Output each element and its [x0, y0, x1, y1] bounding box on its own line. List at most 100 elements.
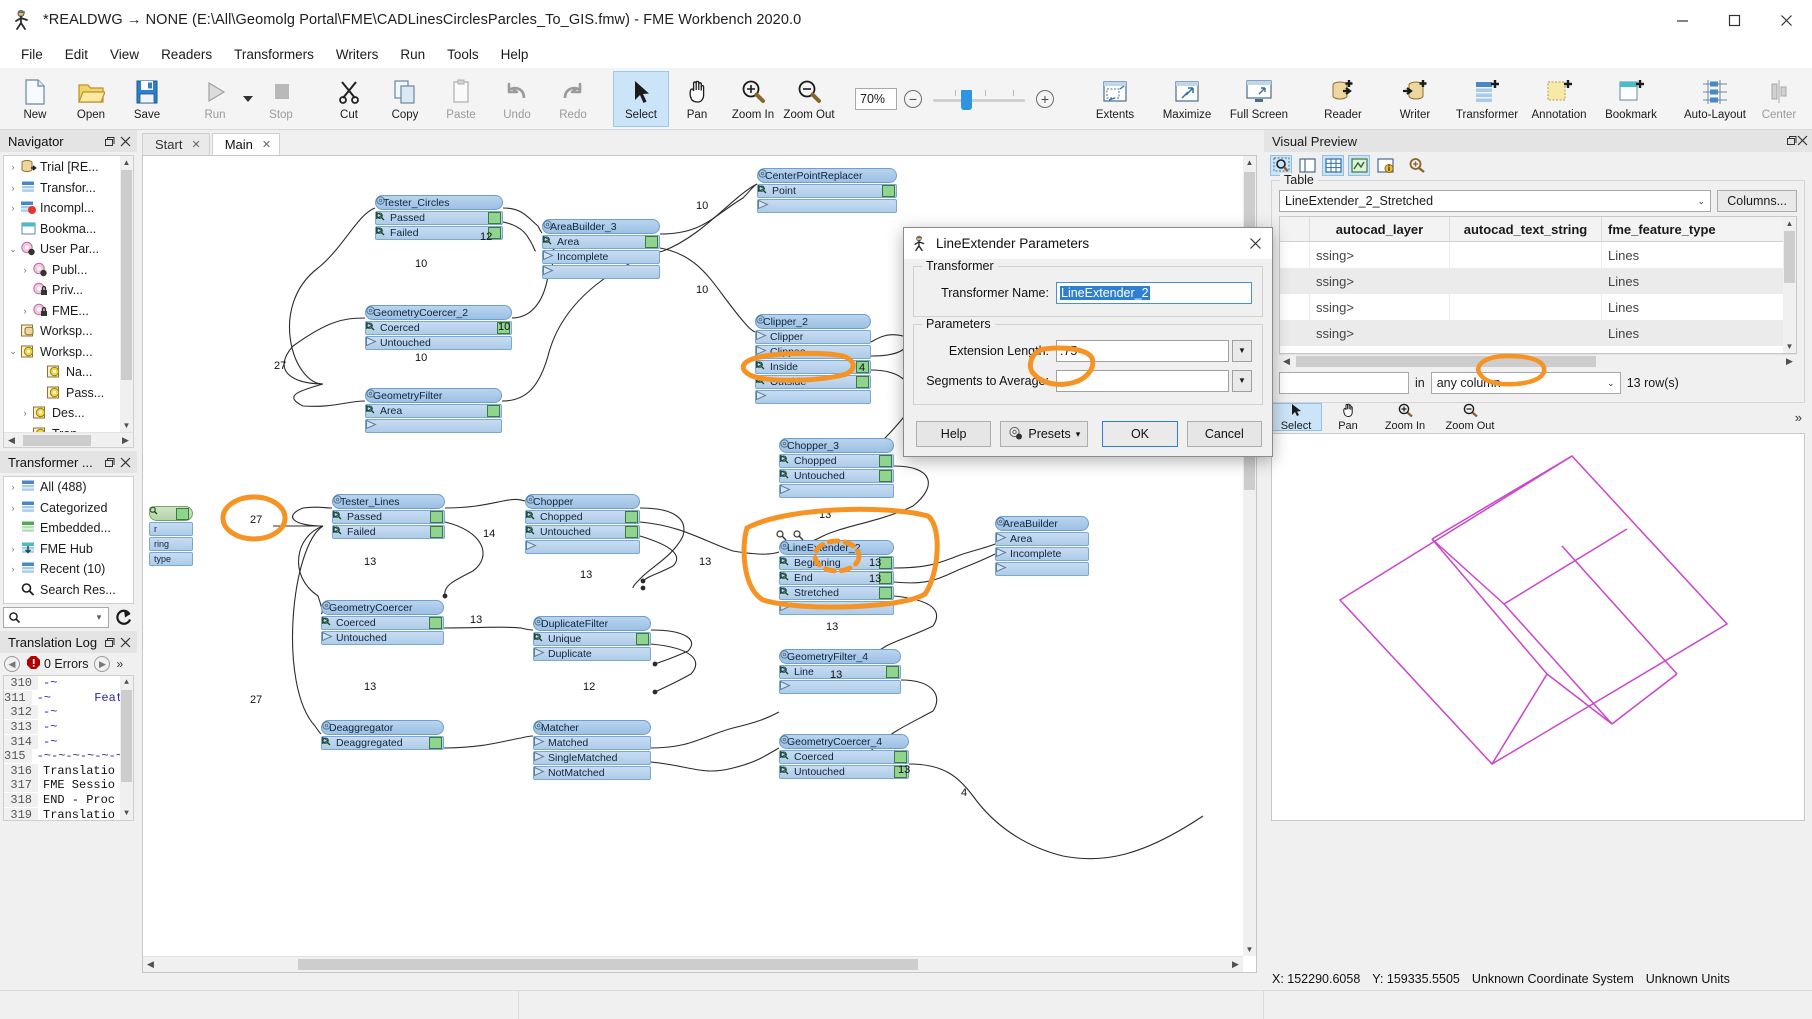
node-port[interactable]: Point	[757, 184, 897, 198]
node-port[interactable]	[755, 390, 871, 404]
table-col-fme-feature-type[interactable]: fme_feature_type	[1602, 217, 1796, 241]
gear-icon[interactable]	[366, 306, 508, 319]
scroll-down-icon[interactable]: ▼	[1243, 943, 1256, 956]
node-port[interactable]: Matched	[533, 736, 651, 750]
node-header[interactable]: AreaBuilder_3	[542, 219, 660, 234]
node-port[interactable]: Outside	[755, 375, 871, 389]
node-port[interactable]: Untouched	[365, 336, 512, 350]
navigator-item[interactable]: › Incompl...	[4, 198, 120, 219]
table-row[interactable]: ssing> Lines	[1280, 320, 1796, 346]
node-header[interactable]: DuplicateFilter	[533, 616, 651, 631]
magnifier-icon[interactable]	[756, 376, 869, 388]
magnifier-icon[interactable]	[333, 511, 443, 523]
add-annotation-button[interactable]: Annotation	[1523, 71, 1595, 127]
chevron-down-icon[interactable]: ⌄	[1602, 378, 1620, 389]
table-row[interactable]: ssing> Lines	[1280, 242, 1796, 268]
magnifier-icon[interactable]	[758, 185, 895, 197]
gear-icon[interactable]	[780, 735, 905, 748]
graphics-view-icon[interactable]	[1348, 154, 1370, 176]
source-port[interactable]: r	[149, 522, 193, 536]
scroll-up-icon[interactable]: ▲	[1783, 217, 1796, 230]
zoom-increase-button[interactable]: +	[1036, 90, 1054, 108]
transformer-node-areabuilder[interactable]: AreaBuilder Area Incomplete	[995, 516, 1089, 576]
node-port[interactable]: Coerced	[779, 750, 909, 764]
node-port[interactable]	[365, 419, 502, 433]
scroll-right-icon[interactable]: ▶	[1228, 959, 1243, 970]
node-header[interactable]: Chopper_3	[779, 438, 894, 453]
transformer-gallery-tree[interactable]: › All (488) › Categorized Embedded... › …	[3, 476, 134, 604]
magnifier-icon[interactable]	[149, 506, 189, 520]
chevron-down-icon[interactable]: ▾	[92, 612, 106, 623]
chevron-right-icon[interactable]: ›	[18, 408, 32, 418]
zoom-in-tool-button[interactable]: Zoom In	[725, 71, 781, 127]
menu-item-help[interactable]: Help	[490, 43, 540, 66]
feature-table[interactable]: autocad_layer autocad_text_string fme_fe…	[1279, 216, 1797, 354]
magnifier-icon[interactable]	[780, 455, 892, 467]
log-scroll-thumb[interactable]	[121, 690, 132, 782]
navigator-tree[interactable]: › Trial [RE... › Transfor... › Incompl..…	[3, 155, 134, 448]
node-port[interactable]: Coerced	[321, 616, 444, 630]
navigator-item[interactable]: Na...	[4, 362, 120, 383]
translation-log-view[interactable]: 310 -~ 311 -~ Feat 312 -~ 313 -~ 314 -~ 315 -~…	[3, 675, 134, 821]
table-scroll-thumb[interactable]	[1784, 231, 1795, 283]
chevron-right-icon[interactable]: ›	[6, 162, 20, 172]
node-port[interactable]: Incomplete	[542, 250, 660, 264]
dialog-close-button[interactable]	[1242, 231, 1268, 257]
node-port[interactable]: Inside	[755, 360, 871, 374]
menu-item-run[interactable]: Run	[389, 43, 436, 66]
node-port[interactable]	[995, 562, 1089, 576]
table-col-index[interactable]	[1280, 217, 1310, 241]
stop-button[interactable]: Stop	[253, 71, 309, 127]
canvas-horizontal-scrollbar[interactable]: ◀ ▶	[143, 956, 1243, 972]
restore-icon[interactable]	[101, 133, 117, 149]
navigator-item[interactable]: Worksp...	[4, 321, 120, 342]
node-header[interactable]: GeometryCoercer_4	[779, 734, 909, 749]
filter-column-select[interactable]: any column ⌄	[1430, 372, 1621, 394]
zoom-decrease-button[interactable]: −	[904, 90, 922, 108]
gear-icon[interactable]	[376, 196, 499, 209]
navigator-item[interactable]: Pass...	[4, 383, 120, 404]
magnifier-icon[interactable]	[780, 666, 899, 678]
gear-icon[interactable]	[780, 439, 890, 452]
node-port[interactable]: Deaggregated	[321, 736, 444, 750]
close-icon[interactable]: ✕	[191, 138, 200, 151]
node-port[interactable]: Area	[995, 532, 1089, 546]
magnifier-icon[interactable]	[780, 470, 892, 482]
navigator-horizontal-scrollbar[interactable]: ◀ ▶	[4, 432, 133, 447]
magnifier-icon[interactable]	[526, 511, 638, 523]
node-port[interactable]: Untouched	[321, 631, 444, 645]
node-port[interactable]	[779, 680, 901, 694]
scroll-left-icon[interactable]: ◀	[1279, 356, 1294, 367]
gear-icon[interactable]	[996, 517, 1085, 530]
navigator-scroll-thumb[interactable]	[121, 170, 132, 380]
transformer-node-chopper[interactable]: Chopper Chopped Untouched	[525, 494, 640, 554]
transformer-node-geometrycoercer_4[interactable]: GeometryCoercer_4 Coerced Untouched	[779, 734, 909, 779]
scroll-right-icon[interactable]: ▶	[1782, 356, 1797, 367]
pan-tool-button[interactable]: Pan	[669, 71, 725, 127]
chevron-right-icon[interactable]: ›	[6, 503, 20, 513]
navigator-item[interactable]: Priv...	[4, 280, 120, 301]
node-header[interactable]: CenterPointReplacer	[757, 168, 897, 183]
table-row[interactable]: ssing> Lines	[1280, 294, 1796, 320]
chevron-right-icon[interactable]: ›	[6, 482, 20, 492]
node-port[interactable]: Stretched	[779, 586, 894, 600]
add-bookmark-button[interactable]: Bookmark	[1595, 71, 1667, 127]
search-geometry-icon[interactable]	[1406, 155, 1428, 176]
zoom-out-tool-button[interactable]: Zoom Out	[781, 71, 837, 127]
close-icon[interactable]	[117, 133, 133, 149]
gear-icon[interactable]	[780, 650, 897, 663]
scroll-down-icon[interactable]: ▼	[120, 807, 133, 820]
navigator-item[interactable]: ⌄ User Par...	[4, 239, 120, 260]
navigator-hscroll-thumb[interactable]	[23, 434, 91, 446]
chevron-right-icon[interactable]: ›	[18, 306, 32, 316]
align-middle-button[interactable]: Middle	[1807, 71, 1812, 127]
transformer-node-geometrycoercer[interactable]: GeometryCoercer Coerced Untouched	[321, 600, 444, 645]
node-port[interactable]: Clipper	[755, 330, 871, 344]
magnifier-icon[interactable]	[322, 737, 442, 749]
gear-icon[interactable]	[780, 541, 890, 554]
gallery-item-search-results[interactable]: Search Res...	[4, 580, 133, 601]
chevron-right-icon[interactable]: ›	[6, 564, 20, 574]
add-writer-button[interactable]: Writer	[1379, 71, 1451, 127]
chevron-down-icon[interactable]: ⌄	[6, 346, 20, 357]
graphics-overflow-button[interactable]: »	[1795, 410, 1812, 425]
